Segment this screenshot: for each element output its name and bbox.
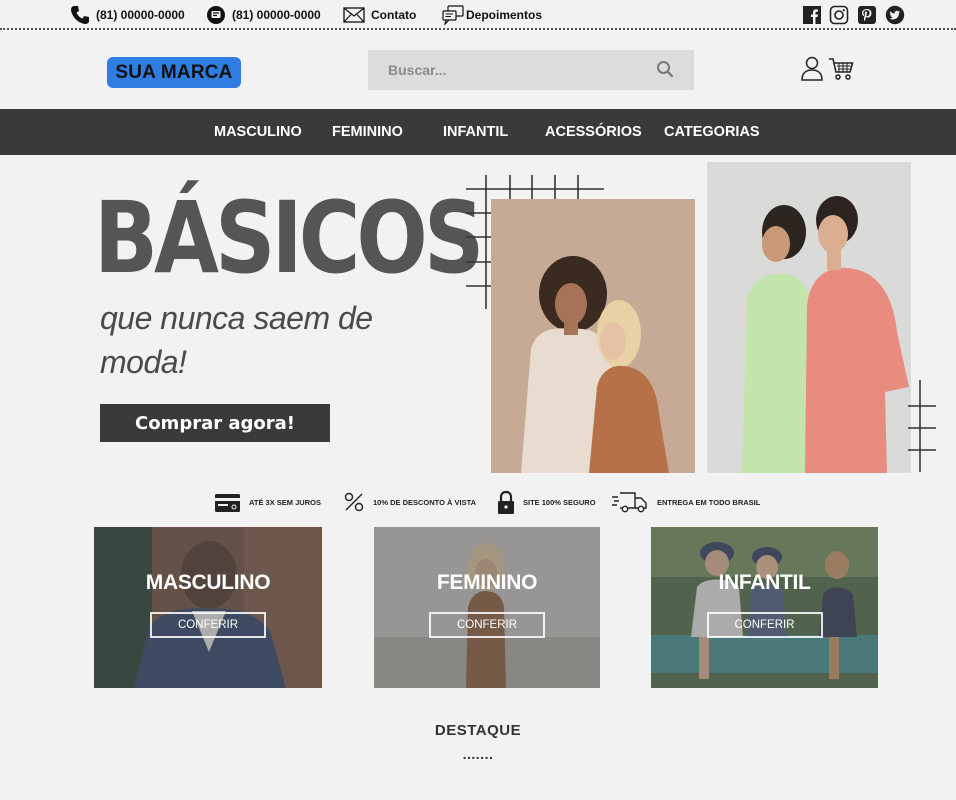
section-title: DESTAQUE xyxy=(434,722,522,739)
nav-item-infantil[interactable]: INFANTIL xyxy=(443,109,508,155)
benefit-label: SITE 100% SEGURO xyxy=(523,497,596,507)
lock-icon xyxy=(498,490,514,514)
whatsapp-link[interactable]: (81) 00000-0000 xyxy=(206,4,321,26)
truck-icon xyxy=(612,492,647,513)
user-icon[interactable] xyxy=(800,56,824,81)
benefit-label: ENTREGA EM TODO BRASIL xyxy=(657,497,761,507)
search-icon[interactable] xyxy=(656,60,674,78)
hero-title: BÁSICOS xyxy=(94,179,484,296)
phone-icon xyxy=(71,6,89,24)
benefit-label: 10% DE DESCONTO À VISTA xyxy=(373,497,477,507)
check-out-button[interactable]: CONFERIR xyxy=(706,612,823,638)
hero-photo-women xyxy=(491,199,695,473)
search-input[interactable] xyxy=(368,50,694,90)
instagram-icon[interactable] xyxy=(829,5,849,25)
benefit-label: ATÉ 3X SEM JUROS xyxy=(249,497,321,507)
benefit-delivery: ENTREGA EM TODO BRASIL xyxy=(611,488,760,516)
phone-number: (81) 00000-0000 xyxy=(96,8,185,22)
twitter-icon[interactable] xyxy=(885,5,905,25)
card-overlay xyxy=(374,527,600,688)
facebook-icon[interactable] xyxy=(802,5,822,25)
section-divider: ....... xyxy=(462,746,494,762)
category-title: MASCULINO xyxy=(145,571,271,594)
contact-link[interactable]: Contato xyxy=(343,4,416,26)
credit-card-icon xyxy=(215,494,240,512)
category-card-feminino[interactable]: FEMININO CONFERIR xyxy=(374,527,600,688)
speech-bubbles-icon xyxy=(442,5,464,25)
testimonials-label: Depoimentos xyxy=(466,8,543,22)
phone-link[interactable]: (81) 00000-0000 xyxy=(70,4,185,26)
nav-item-masculino[interactable]: MASCULINO xyxy=(214,109,302,155)
benefit-discount: 10% DE DESCONTO À VISTA xyxy=(343,488,476,516)
check-out-button[interactable]: CONFERIR xyxy=(429,612,545,638)
hero-photo-men xyxy=(707,162,911,473)
category-card-masculino[interactable]: MASCULINO CONFERIR xyxy=(94,527,322,688)
decorative-grid-small xyxy=(908,380,936,472)
top-contact-bar: (81) 00000-0000 (81) 00000-0000 Contato … xyxy=(0,0,956,30)
envelope-icon xyxy=(343,7,365,23)
category-title: FEMININO xyxy=(436,571,538,594)
card-overlay xyxy=(94,527,322,688)
cart-icon[interactable] xyxy=(828,57,854,81)
percent-icon xyxy=(344,492,364,512)
main-nav: MASCULINO FEMININO INFANTIL ACESSÓRIOS C… xyxy=(0,109,956,155)
card-overlay xyxy=(651,527,878,688)
benefit-installments: ATÉ 3X SEM JUROS xyxy=(214,488,321,516)
pinterest-icon[interactable] xyxy=(857,5,877,25)
shop-now-button[interactable]: Comprar agora! xyxy=(100,404,330,442)
benefit-secure: SITE 100% SEGURO xyxy=(497,488,596,516)
check-out-button[interactable]: CONFERIR xyxy=(150,612,266,638)
brand-logo[interactable]: SUA MARCA xyxy=(107,57,241,88)
nav-item-categorias[interactable]: CATEGORIAS xyxy=(664,109,760,155)
testimonials-link[interactable]: Depoimentos xyxy=(442,4,542,26)
nav-item-feminino[interactable]: FEMININO xyxy=(332,109,403,155)
chat-icon xyxy=(207,6,225,24)
contact-label: Contato xyxy=(371,8,417,22)
hero-subtitle: que nunca saem de moda! xyxy=(100,300,373,380)
whatsapp-number: (81) 00000-0000 xyxy=(232,8,321,22)
nav-item-acessorios[interactable]: ACESSÓRIOS xyxy=(545,109,642,155)
category-title: INFANTIL xyxy=(718,571,811,594)
category-card-infantil[interactable]: INFANTIL CONFERIR xyxy=(651,527,878,688)
